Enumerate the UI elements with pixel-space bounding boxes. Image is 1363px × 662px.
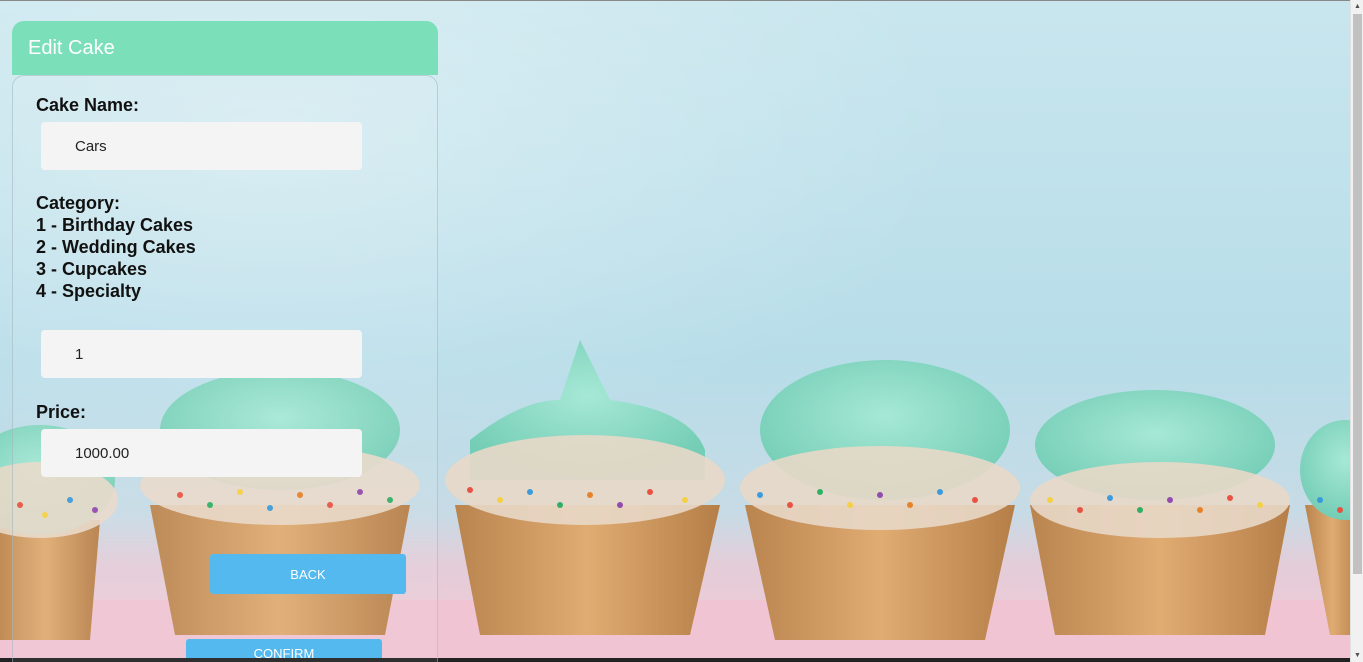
confirm-button[interactable]: CONFIRM [186,639,382,658]
cake-name-input[interactable] [41,122,362,170]
category-option-3: 3 - Cupcakes [36,259,148,279]
window-top-edge [0,0,1350,1]
category-option-4: 4 - Specialty [36,281,142,301]
back-button[interactable]: BACK [210,554,406,594]
category-option-1: 1 - Birthday Cakes [36,215,194,235]
vertical-scrollbar[interactable]: ▲ ▼ [1350,0,1363,662]
card-header: Edit Cake [12,21,438,75]
category-input[interactable] [41,330,362,378]
category-label: Category: [36,193,121,213]
scroll-up-arrow-icon[interactable]: ▲ [1351,0,1363,13]
price-input[interactable] [41,429,362,477]
cupcake-3 [445,340,725,635]
cupcake-5 [1030,390,1290,635]
scroll-down-arrow-icon[interactable]: ▼ [1351,649,1363,662]
category-option-2: 2 - Wedding Cakes [36,237,196,257]
cake-name-label: Cake Name: [36,95,140,115]
price-label: Price: [36,402,87,422]
scroll-thumb[interactable] [1353,14,1362,574]
